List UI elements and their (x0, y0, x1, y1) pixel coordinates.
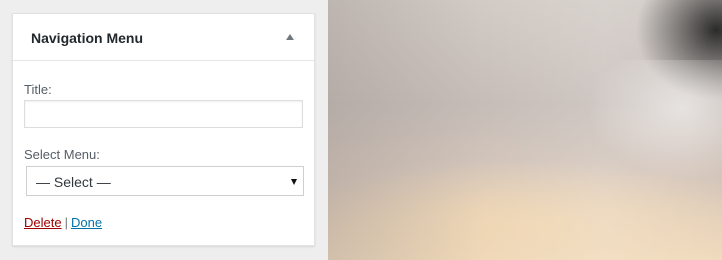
title-input[interactable] (24, 100, 303, 128)
widget-title: Navigation Menu (31, 30, 144, 46)
collapse-toggle-icon[interactable] (286, 34, 294, 40)
done-link[interactable]: Done (71, 215, 102, 230)
customizer-sidebar: Navigation Menu Title: Select Menu: — Se… (0, 0, 328, 260)
navigation-menu-widget: Navigation Menu Title: Select Menu: — Se… (12, 13, 315, 246)
dropdown-arrow-icon (291, 179, 297, 185)
select-menu-value: — Select — (36, 174, 111, 190)
title-label: Title: (24, 82, 52, 97)
delete-link[interactable]: Delete (24, 215, 62, 230)
preview-highlight (588, 60, 722, 180)
select-menu-label: Select Menu: (24, 147, 100, 162)
widget-actions: Delete | Done (24, 215, 102, 230)
action-separator: | (64, 215, 68, 230)
select-menu-dropdown[interactable]: — Select — (26, 166, 304, 196)
site-preview-image (328, 0, 722, 260)
widget-header[interactable]: Navigation Menu (13, 14, 314, 61)
